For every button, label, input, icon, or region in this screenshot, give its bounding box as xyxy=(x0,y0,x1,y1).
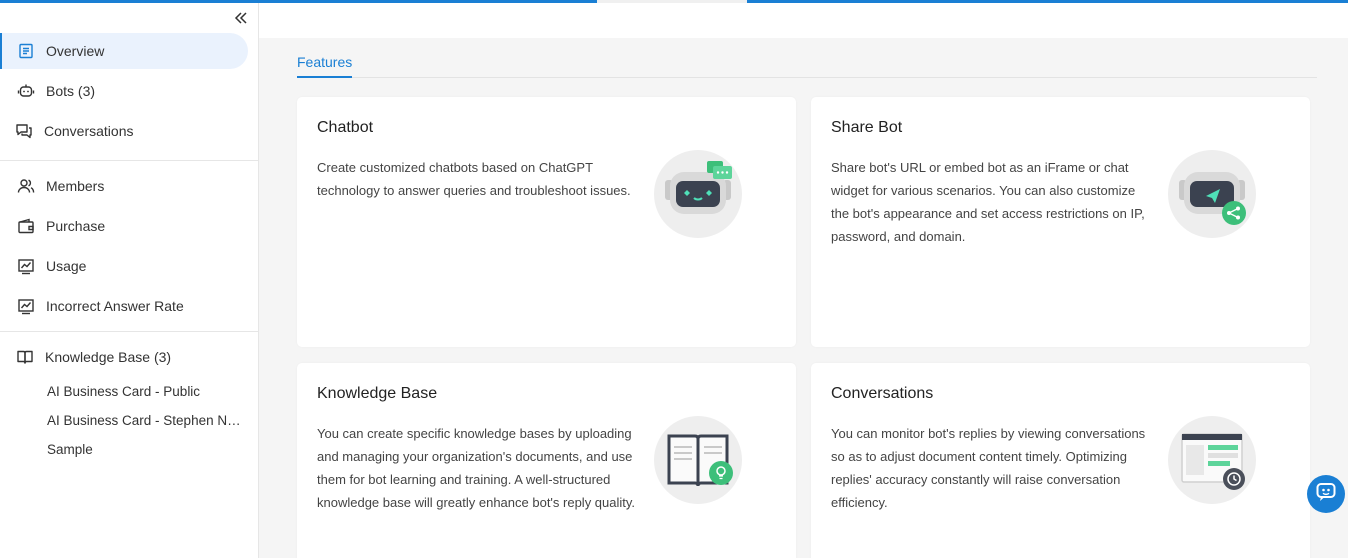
chat-bubbles-icon xyxy=(15,122,33,140)
feature-card-share-bot[interactable]: Share Bot Share bot's URL or embed bot a… xyxy=(811,97,1310,347)
sidebar-item-label: Conversations xyxy=(44,123,134,139)
card-description: You can create specific knowledge bases … xyxy=(317,426,636,510)
document-icon xyxy=(17,42,35,60)
tab-features[interactable]: Features xyxy=(297,50,353,78)
robot-icon xyxy=(17,82,35,100)
sidebar-item-label: Usage xyxy=(46,258,87,274)
card-title: Knowledge Base xyxy=(317,385,438,402)
sidebar-item-label: Overview xyxy=(46,43,105,59)
tab-bar: Features xyxy=(297,50,1317,78)
sidebar-item-label: Knowledge Base (3) xyxy=(45,349,172,365)
collapse-sidebar-icon[interactable] xyxy=(232,9,250,27)
sidebar-item-members[interactable]: Members xyxy=(0,168,104,204)
header-bar xyxy=(259,3,1348,38)
sidebar-item-label: Bots (3) xyxy=(46,83,96,99)
sidebar-item-label: Incorrect Answer Rate xyxy=(46,298,184,314)
sidebar-item-usage[interactable]: Usage xyxy=(0,248,86,284)
kb-item[interactable]: AI Business Card - Public xyxy=(47,384,243,399)
chat-widget-icon xyxy=(1315,481,1337,508)
sidebar-item-conversations[interactable]: Conversations xyxy=(0,113,134,149)
book-bulb-illustration xyxy=(654,416,742,504)
feature-card-knowledge-base[interactable]: Knowledge Base You can create specific k… xyxy=(297,363,796,558)
card-title: Chatbot xyxy=(317,119,374,136)
chart-icon xyxy=(17,257,35,275)
card-description: You can monitor bot's replies by viewing… xyxy=(831,426,1146,510)
robot-chat-illustration xyxy=(654,150,742,238)
card-description: Share bot's URL or embed bot as an iFram… xyxy=(831,160,1145,244)
sidebar-item-purchase[interactable]: Purchase xyxy=(0,208,105,244)
chart-icon xyxy=(17,297,35,315)
wallet-icon xyxy=(17,217,35,235)
users-icon xyxy=(17,177,35,195)
sidebar-divider xyxy=(0,160,258,161)
kb-item[interactable]: Sample xyxy=(47,442,243,457)
book-icon xyxy=(16,348,34,366)
sidebar-item-label: Purchase xyxy=(46,218,106,234)
sidebar-item-overview[interactable]: Overview xyxy=(0,33,248,69)
chat-widget-button[interactable] xyxy=(1307,475,1345,513)
top-progress-bar xyxy=(0,0,1348,3)
sidebar-divider xyxy=(0,331,258,332)
history-screen-illustration xyxy=(1168,416,1256,504)
feature-card-chatbot[interactable]: Chatbot Create customized chatbots based… xyxy=(297,97,796,347)
sidebar-item-bots[interactable]: Bots (3) xyxy=(0,73,95,109)
feature-card-conversations[interactable]: Conversations You can monitor bot's repl… xyxy=(811,363,1310,558)
robot-share-illustration xyxy=(1168,150,1256,238)
card-title: Conversations xyxy=(831,385,934,402)
card-description: Create customized chatbots based on Chat… xyxy=(317,160,631,198)
kb-item[interactable]: AI Business Card - Stephen Ng... xyxy=(47,413,243,428)
card-title: Share Bot xyxy=(831,119,903,136)
sidebar-item-incorrect-answer-rate[interactable]: Incorrect Answer Rate xyxy=(0,288,184,324)
sidebar-item-knowledge-base[interactable]: Knowledge Base (3) xyxy=(0,339,171,375)
sidebar: Overview Bots (3) Conversations Members … xyxy=(0,0,259,558)
sidebar-item-label: Members xyxy=(46,178,105,194)
